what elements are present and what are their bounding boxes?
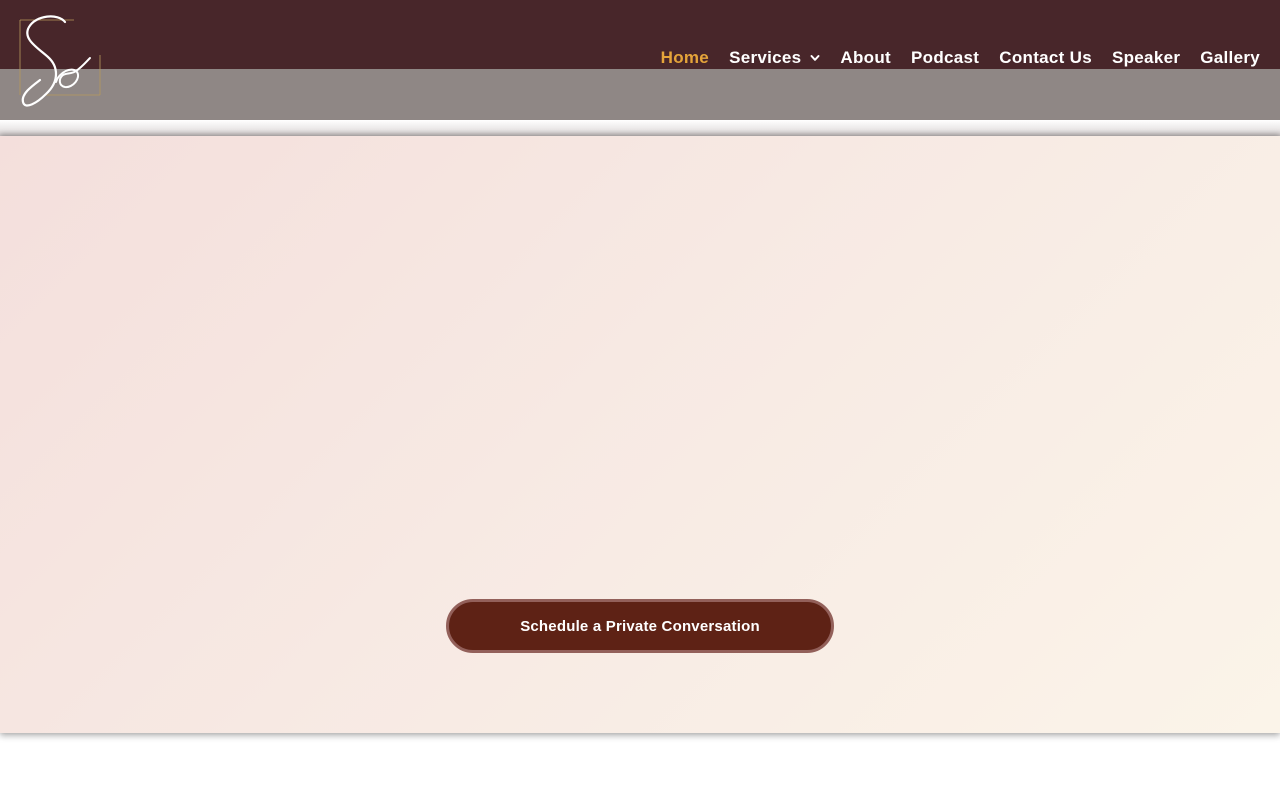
nav-home-label: Home [660,48,710,67]
nav-gallery-label: Gallery [1200,48,1260,67]
nav-services[interactable]: Services [729,46,820,70]
nav-about[interactable]: About [840,46,891,70]
hero-separator [0,120,1280,136]
header-band [0,69,1280,120]
chevron-down-icon [810,55,820,61]
nav-podcast[interactable]: Podcast [911,46,979,70]
nav-speaker-label: Speaker [1111,48,1181,67]
so-script-logo-icon [19,15,101,107]
main-nav: Home Services About Podcast Contact Us S… [641,46,1260,70]
nav-speaker[interactable]: Speaker [1112,46,1180,70]
schedule-conversation-button[interactable]: Schedule a Private Conversation [446,599,834,653]
nav-gallery[interactable]: Gallery [1200,46,1260,70]
nav-contact-us-label: Contact Us [999,48,1092,67]
site-logo[interactable] [10,10,110,112]
nav-contact-us[interactable]: Contact Us [999,46,1092,70]
schedule-conversation-label: Schedule a Private Conversation [520,617,760,635]
nav-podcast-label: Podcast [911,48,980,67]
nav-about-label: About [840,48,892,67]
nav-services-label: Services [729,48,802,67]
nav-home[interactable]: Home [661,46,709,70]
